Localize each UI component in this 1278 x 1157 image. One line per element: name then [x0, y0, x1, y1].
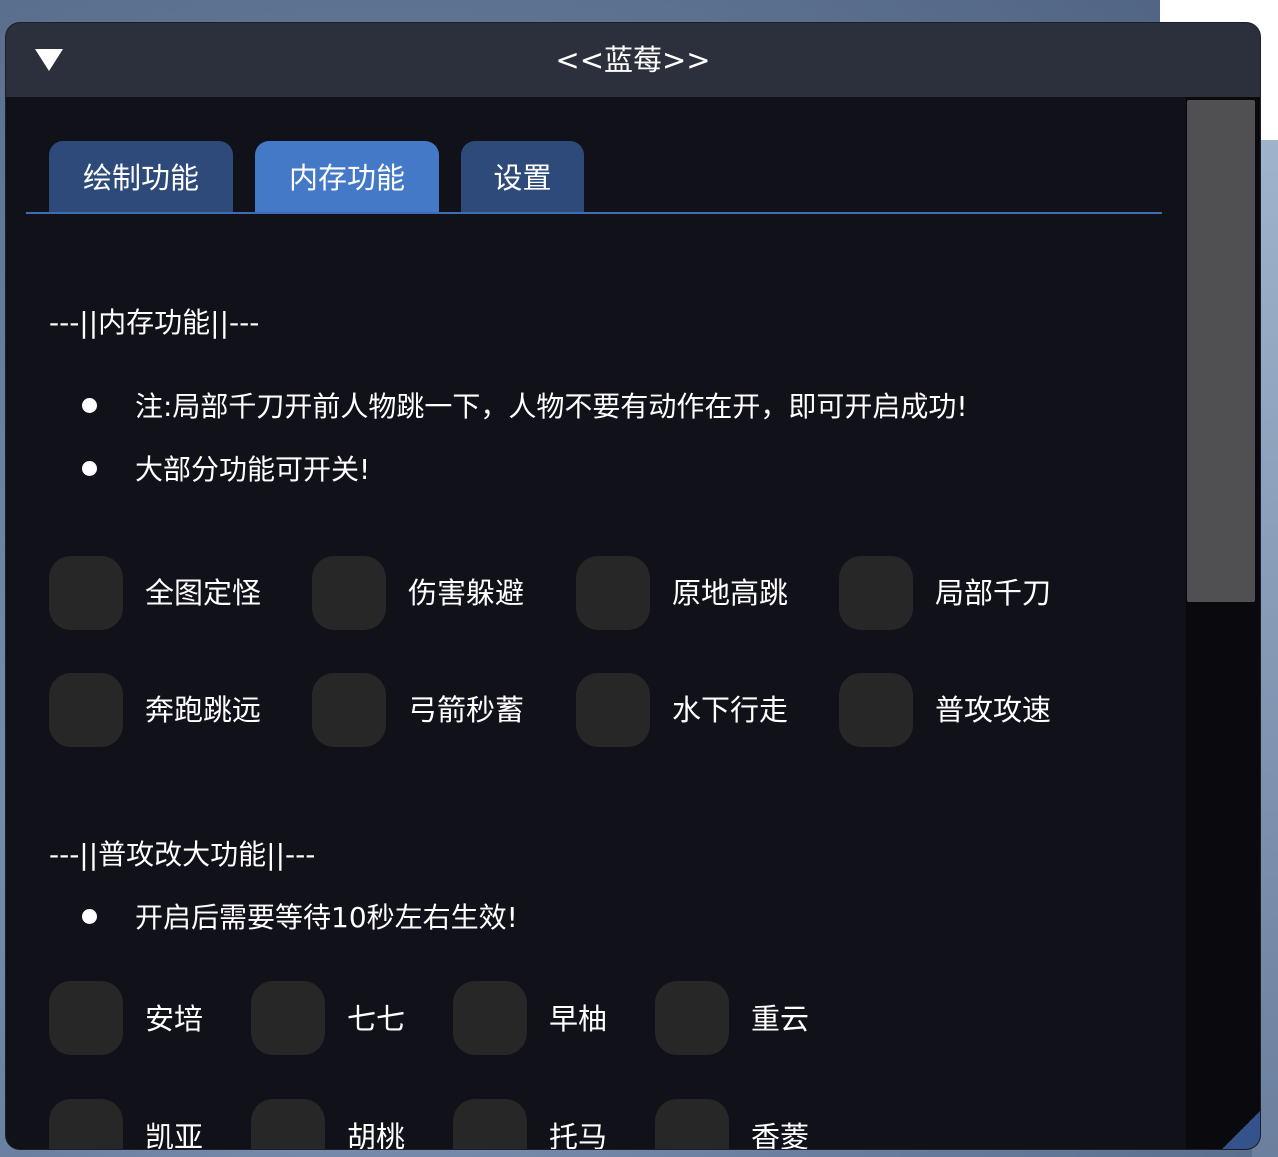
checkbox-sayu[interactable]: [453, 981, 527, 1055]
checkbox-label: 托马: [549, 1120, 608, 1149]
section-header-attack-enlarge: ---||普攻改大功能||---: [49, 838, 316, 871]
tab-underline: [26, 212, 1162, 214]
bullet-dot: [82, 397, 97, 413]
checkbox-label: 重云: [751, 1002, 810, 1036]
checkbox-label: 普攻攻速: [935, 693, 1052, 727]
content-area: 绘制功能 内存功能 设置 ---||内存功能||--- 注:局部千刀开前人物跳一…: [6, 23, 1186, 1149]
bullet-dot: [82, 908, 97, 924]
checkbox-label: 七七: [347, 1002, 406, 1036]
checkbox-label: 凯亚: [145, 1120, 204, 1149]
checkbox-label: 水下行走: [672, 693, 789, 727]
bullet-dot: [82, 460, 97, 476]
checkbox-high-jump[interactable]: [576, 556, 650, 630]
checkbox-run-long-jump[interactable]: [49, 673, 123, 747]
scrollbar-thumb[interactable]: [1187, 100, 1255, 602]
checkbox-label: 奔跑跳远: [145, 693, 262, 727]
checkbox-chongyun[interactable]: [655, 981, 729, 1055]
note-item: 大部分功能可开关!: [82, 452, 370, 488]
section-header-memory: ---||内存功能||---: [49, 306, 260, 339]
note-text: 大部分功能可开关!: [135, 453, 371, 486]
checkbox-label: 全图定怪: [145, 576, 262, 610]
note-item: 开启后需要等待10秒左右生效!: [82, 900, 518, 936]
tab-settings[interactable]: 设置: [461, 141, 584, 213]
checkbox-kaeya[interactable]: [49, 1099, 123, 1149]
checkbox-instant-bow-charge[interactable]: [312, 673, 386, 747]
checkbox-local-thousand-blades[interactable]: [839, 556, 913, 630]
resize-grip-icon[interactable]: [1222, 1111, 1260, 1149]
checkbox-label: 原地高跳: [672, 576, 789, 610]
checkbox-label: 香菱: [751, 1120, 810, 1149]
note-text: 注:局部千刀开前人物跳一下，人物不要有动作在开，即可开启成功!: [135, 390, 968, 423]
checkbox-amber[interactable]: [49, 981, 123, 1055]
checkbox-all-map-freeze[interactable]: [49, 556, 123, 630]
checkbox-label: 伤害躲避: [408, 576, 525, 610]
checkbox-underwater-walk[interactable]: [576, 673, 650, 747]
checkbox-qiqi[interactable]: [251, 981, 325, 1055]
checkbox-damage-dodge[interactable]: [312, 556, 386, 630]
checkbox-attack-speed[interactable]: [839, 673, 913, 747]
note-item: 注:局部千刀开前人物跳一下，人物不要有动作在开，即可开启成功!: [82, 389, 968, 425]
checkbox-hutao[interactable]: [251, 1099, 325, 1149]
note-text: 开启后需要等待10秒左右生效!: [135, 901, 518, 934]
checkbox-label: 胡桃: [347, 1120, 406, 1149]
checkbox-xiangling[interactable]: [655, 1099, 729, 1149]
menu-window: <<蓝莓>> 绘制功能 内存功能 设置 ---||内存功能||--- 注:局部千…: [6, 23, 1260, 1149]
tab-memory[interactable]: 内存功能: [255, 141, 439, 213]
checkbox-label: 安培: [145, 1002, 204, 1036]
checkbox-thoma[interactable]: [453, 1099, 527, 1149]
checkbox-label: 早柚: [549, 1002, 608, 1036]
checkbox-label: 局部千刀: [935, 576, 1052, 610]
tab-drawing[interactable]: 绘制功能: [49, 141, 233, 213]
checkbox-label: 弓箭秒蓄: [408, 693, 525, 727]
